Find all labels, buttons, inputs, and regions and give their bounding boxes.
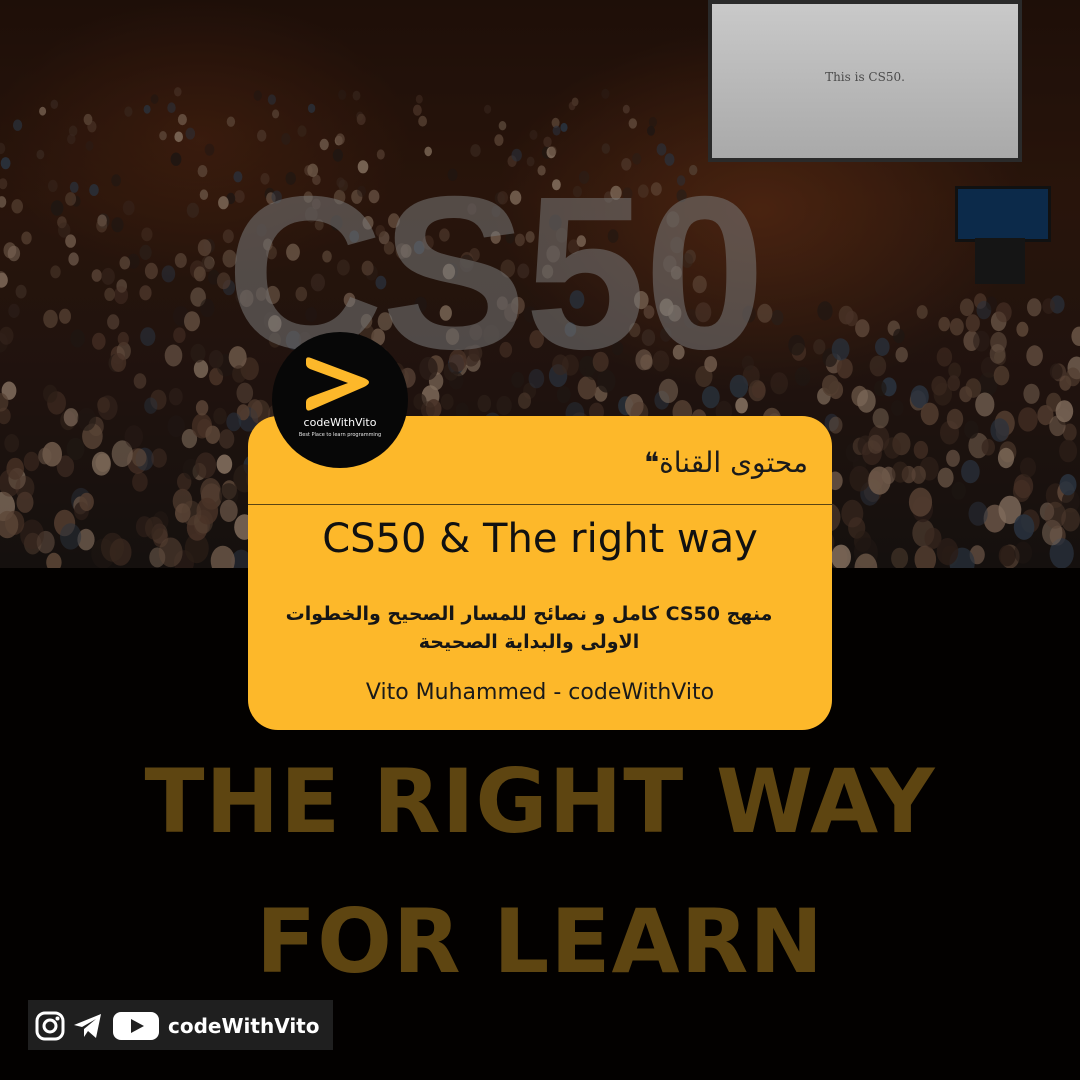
social-handle: codeWithVito — [168, 1014, 320, 1038]
stage-monitor — [955, 186, 1051, 242]
youtube-icon[interactable] — [112, 1010, 160, 1042]
headline-line-1: THE RIGHT WAY — [144, 750, 936, 853]
projection-screen: This is CS50. — [708, 0, 1022, 162]
stage-podium — [975, 238, 1025, 284]
card-author: Vito Muhammed - codeWithVito — [365, 680, 715, 705]
channel-logo: codeWithVito Best Place to learn program… — [272, 332, 408, 468]
card-divider — [248, 504, 832, 505]
chevron-right-icon — [306, 357, 369, 411]
instagram-icon[interactable] — [34, 1010, 66, 1042]
card-title: CS50 & The right way — [322, 516, 758, 562]
poster: This is CS50. CS50 محتوى القناة❝ CS50 & … — [0, 0, 1080, 1080]
social-bar: codeWithVito — [28, 1000, 333, 1050]
card-description: منهج CS50 كامل و نصائح للمسار الصحيح وال… — [285, 603, 773, 653]
headline-line-2: FOR LEARN — [255, 890, 825, 993]
telegram-icon[interactable] — [72, 1010, 104, 1042]
logo-name: codeWithVito — [303, 416, 377, 429]
channel-content-label: محتوى القناة❝ — [644, 446, 808, 479]
screen-text: This is CS50. — [825, 70, 905, 84]
logo-tagline: Best Place to learn programming — [298, 432, 382, 438]
